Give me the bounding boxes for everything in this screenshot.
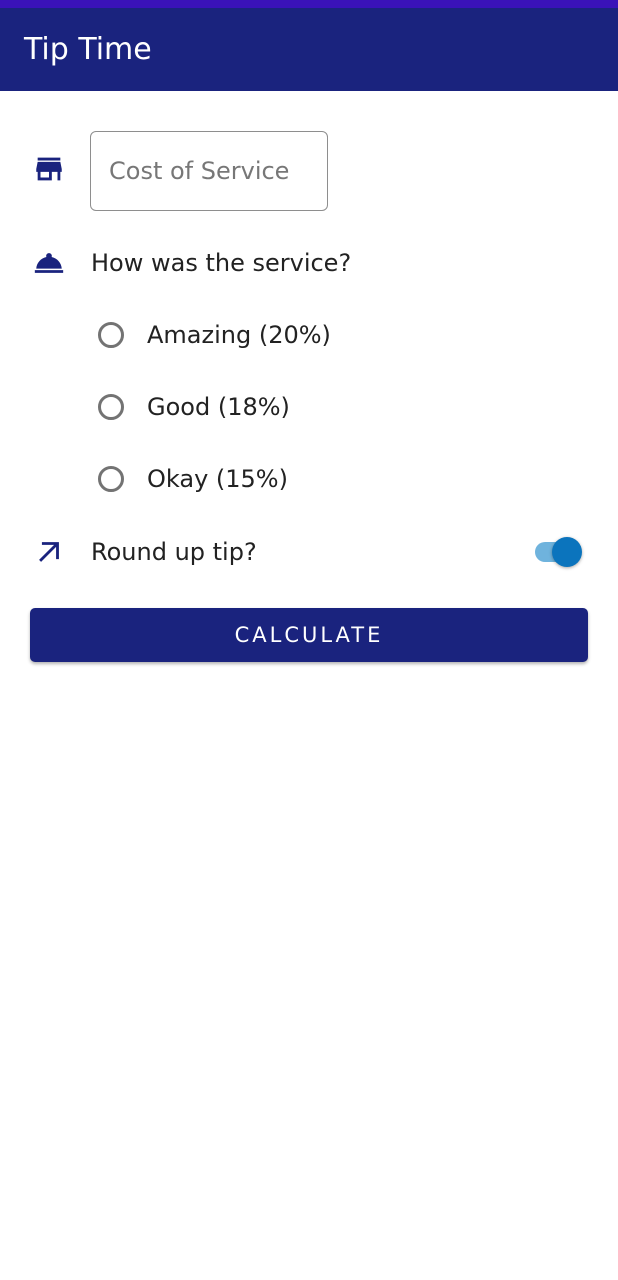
radio-button[interactable] [98,394,124,420]
round-up-label: Round up tip? [91,538,257,566]
app-bar: Tip Time [0,8,618,91]
radio-button[interactable] [98,322,124,348]
tip-option-label: Okay (15%) [147,465,288,493]
calculate-button[interactable]: CALCULATE [30,608,588,662]
room-service-icon [30,244,68,282]
tip-option-okay[interactable]: Okay (15%) [98,459,288,499]
tip-option-good[interactable]: Good (18%) [98,387,290,427]
switch-thumb[interactable] [552,537,582,567]
status-bar [0,0,618,8]
service-question: How was the service? [91,249,352,277]
tip-option-amazing[interactable]: Amazing (20%) [98,315,331,355]
radio-button[interactable] [98,466,124,492]
store-icon [30,150,68,188]
cost-of-service-field[interactable] [90,131,328,211]
tip-option-label: Amazing (20%) [147,321,331,349]
app-title: Tip Time [24,32,152,67]
trending-up-arrow-icon [30,533,68,571]
round-up-switch[interactable] [532,534,584,570]
cost-of-service-input[interactable] [91,132,327,210]
tip-option-label: Good (18%) [147,393,290,421]
